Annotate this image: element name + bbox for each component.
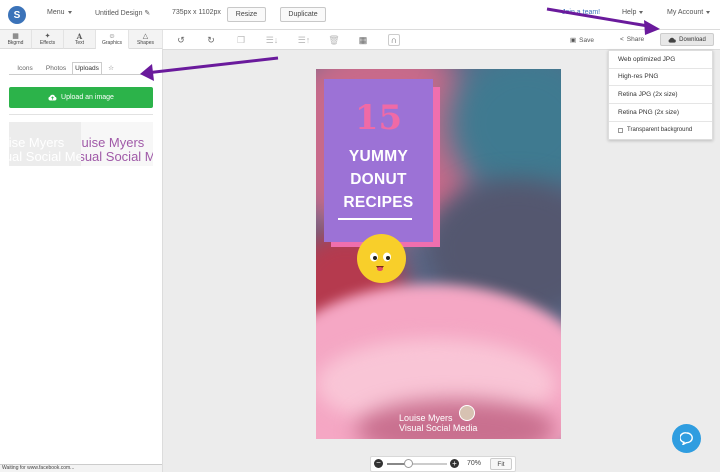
arrow-to-uploads [145, 56, 279, 75]
arrow-to-download [546, 7, 649, 28]
arrow-to-uploads-head [140, 64, 154, 81]
arrow-to-download-head [644, 20, 660, 35]
annotation-arrows [140, 7, 660, 81]
